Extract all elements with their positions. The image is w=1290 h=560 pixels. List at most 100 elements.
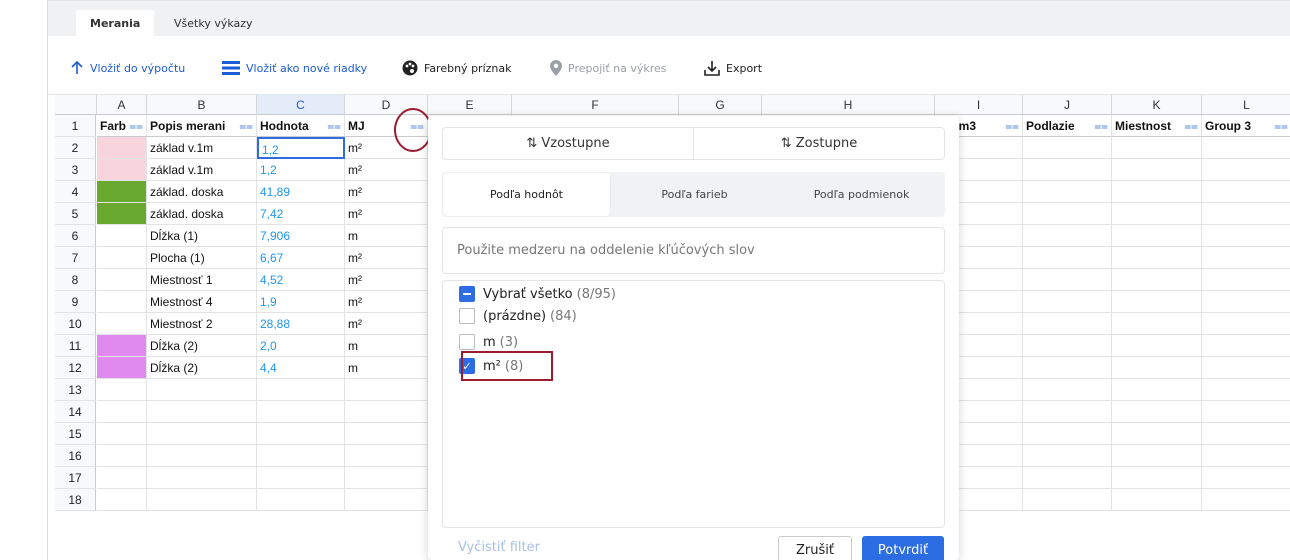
option-empty[interactable]: (prázdne) (84)	[459, 307, 577, 325]
mj-cell[interactable]: m²	[345, 291, 428, 313]
header-popis[interactable]: Popis merani ⩵	[147, 115, 257, 137]
color-cell[interactable]	[97, 269, 147, 291]
row-number[interactable]: 9	[55, 291, 96, 313]
grid-cell[interactable]	[1112, 313, 1202, 335]
popis-cell[interactable]: základ. doska	[147, 181, 257, 203]
grid-cell[interactable]	[1112, 445, 1202, 467]
grid-cell[interactable]	[257, 467, 345, 489]
grid-cell[interactable]	[1202, 247, 1290, 269]
popis-cell[interactable]: Dĺžka (2)	[147, 357, 257, 379]
grid-cell[interactable]	[1112, 357, 1202, 379]
grid-cell[interactable]	[1112, 335, 1202, 357]
row-number[interactable]: 7	[55, 247, 96, 269]
mj-cell[interactable]: m²	[345, 181, 428, 203]
row-number[interactable]: 4	[55, 181, 96, 203]
grid-cell[interactable]	[1023, 445, 1112, 467]
popis-cell[interactable]: Miestnosť 4	[147, 291, 257, 313]
checkbox-icon[interactable]	[459, 334, 475, 350]
row-number[interactable]: 6	[55, 225, 96, 247]
grid-cell[interactable]	[1202, 137, 1290, 159]
grid-cell[interactable]	[1023, 291, 1112, 313]
grid-cell[interactable]	[1023, 225, 1112, 247]
grid-cell[interactable]	[1202, 489, 1290, 511]
color-cell[interactable]	[97, 181, 147, 203]
mj-cell[interactable]: m²	[345, 313, 428, 335]
grid-cell[interactable]	[1202, 423, 1290, 445]
popis-cell[interactable]: Dĺžka (1)	[147, 225, 257, 247]
header-podlazie[interactable]: Podlazie ⩵	[1023, 115, 1112, 137]
column-header-f[interactable]: F	[512, 95, 679, 115]
color-cell[interactable]	[97, 137, 147, 159]
row-number[interactable]: 11	[55, 335, 96, 357]
color-cell[interactable]	[97, 313, 147, 335]
grid-cell[interactable]	[1112, 247, 1202, 269]
grid-cell[interactable]	[1202, 203, 1290, 225]
hodnota-cell[interactable]: 7,42	[257, 203, 345, 225]
filter-search-input[interactable]: Použite medzeru na oddelenie kľúčových s…	[442, 227, 945, 274]
popis-cell[interactable]: Miestnosť 2	[147, 313, 257, 335]
row-number[interactable]: 17	[55, 467, 96, 489]
row-number[interactable]: 18	[55, 489, 96, 511]
grid-cell[interactable]	[1023, 269, 1112, 291]
column-header-g[interactable]: G	[679, 95, 762, 115]
mode-by-values[interactable]: Podľa hodnôt	[443, 173, 610, 216]
column-header-c[interactable]: C	[257, 95, 345, 115]
filter-icon[interactable]: ⩵	[1094, 115, 1108, 136]
grid-cell[interactable]	[257, 445, 345, 467]
checkbox-icon[interactable]	[459, 308, 475, 324]
color-cell[interactable]	[97, 203, 147, 225]
grid-cell[interactable]	[1023, 181, 1112, 203]
filter-icon[interactable]: ⩵	[1184, 115, 1198, 136]
grid-cell[interactable]	[1112, 159, 1202, 181]
sort-descending-button[interactable]: ⇅ Zostupne	[693, 128, 944, 159]
color-flag-button[interactable]: Farebný príznak	[402, 60, 511, 76]
grid-cell[interactable]	[1112, 181, 1202, 203]
grid-cell[interactable]	[1202, 335, 1290, 357]
row-number[interactable]: 12	[55, 357, 96, 379]
grid-cell[interactable]	[257, 401, 345, 423]
mj-cell[interactable]: m	[345, 335, 428, 357]
hodnota-cell[interactable]: 6,67	[257, 247, 345, 269]
color-cell[interactable]	[97, 423, 147, 445]
grid-cell[interactable]	[257, 379, 345, 401]
cancel-button[interactable]: Zrušiť	[778, 536, 852, 560]
column-header-h[interactable]: H	[762, 95, 935, 115]
color-cell[interactable]	[97, 357, 147, 379]
grid-cell[interactable]	[147, 489, 257, 511]
column-header-b[interactable]: B	[147, 95, 257, 115]
grid-cell[interactable]	[1202, 357, 1290, 379]
grid-cell[interactable]	[257, 489, 345, 511]
color-cell[interactable]	[97, 445, 147, 467]
grid-cell[interactable]	[1112, 291, 1202, 313]
filter-icon[interactable]: ⩵	[129, 115, 143, 136]
grid-cell[interactable]	[1202, 269, 1290, 291]
color-cell[interactable]	[97, 335, 147, 357]
grid-cell[interactable]	[1023, 313, 1112, 335]
popis-cell[interactable]: základ v.1m	[147, 159, 257, 181]
header-farba[interactable]: Farb ⩵	[97, 115, 147, 137]
grid-cell[interactable]	[1112, 401, 1202, 423]
grid-cell[interactable]	[1023, 467, 1112, 489]
option-select-all[interactable]: Vybrať všetko (8/95)	[459, 285, 616, 303]
grid-cell[interactable]	[1202, 159, 1290, 181]
grid-cell[interactable]	[1112, 203, 1202, 225]
popis-cell[interactable]: Miestnosť 1	[147, 269, 257, 291]
mj-cell[interactable]: m²	[345, 269, 428, 291]
hodnota-cell[interactable]: 41,89	[257, 181, 345, 203]
grid-cell[interactable]	[1112, 489, 1202, 511]
column-header-k[interactable]: K	[1112, 95, 1202, 115]
row-number[interactable]: 3	[55, 159, 96, 181]
grid-cell[interactable]	[345, 401, 428, 423]
color-cell[interactable]	[97, 291, 147, 313]
filter-icon[interactable]: ⩵	[239, 115, 253, 136]
grid-cell[interactable]	[147, 467, 257, 489]
hodnota-cell[interactable]: 7,906	[257, 225, 345, 247]
grid-cell[interactable]	[1023, 247, 1112, 269]
grid-cell[interactable]	[1112, 423, 1202, 445]
hodnota-cell[interactable]: 4,52	[257, 269, 345, 291]
grid-cell[interactable]	[345, 467, 428, 489]
column-header-a[interactable]: A	[97, 95, 147, 115]
popis-cell[interactable]: základ v.1m	[147, 137, 257, 159]
header-hodnota[interactable]: Hodnota ⩵	[257, 115, 345, 137]
row-number[interactable]: 15	[55, 423, 96, 445]
